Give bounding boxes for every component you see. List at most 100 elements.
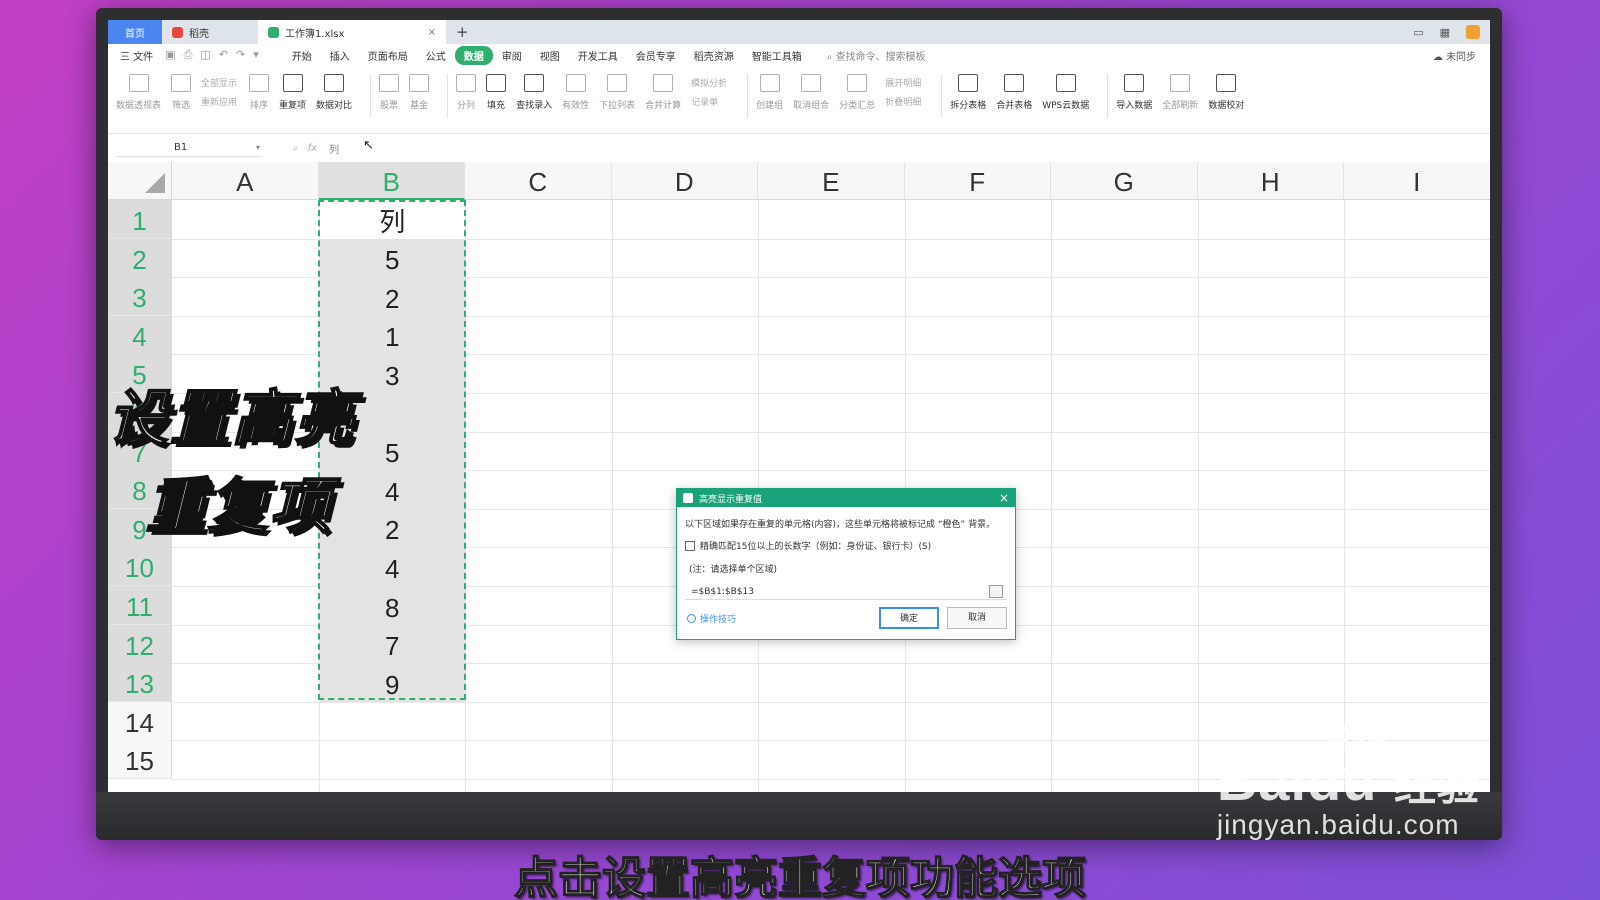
menu-item-review[interactable]: 审阅 [493,46,531,65]
exact-match-checkbox[interactable] [685,540,695,551]
create-group-button[interactable]: 创建组 [756,74,783,111]
row-header-4[interactable]: 4 [108,315,172,355]
record-form-button[interactable]: 记录单 [691,95,727,108]
reapply-button[interactable]: 重新应用 [201,95,237,108]
row-header-11[interactable]: 11 [108,586,172,625]
wps-cloud-data-button[interactable]: WPS云数据 [1042,74,1089,111]
range-picker-icon[interactable] [989,585,1003,598]
menu-item-view[interactable]: 视图 [531,46,569,65]
split-table-button[interactable]: 拆分表格 [950,74,986,111]
formula-input[interactable]: 列 [329,141,339,156]
grid-apps-icon[interactable]: ▦ [1440,26,1450,39]
row-header-13[interactable]: 13 [108,663,172,703]
data-verify-button[interactable]: 数据校对 [1208,74,1244,111]
stock-button[interactable]: 股票 [379,74,400,111]
expand-detail-button[interactable]: 展开明细 [885,76,921,89]
column-header-f[interactable]: F [904,162,1051,200]
sort-button[interactable]: 排序 [249,74,270,111]
close-tab-icon[interactable]: × [428,27,436,38]
menu-item-page-layout[interactable]: 页面布局 [359,46,417,65]
save-icon[interactable]: ▣ [165,48,175,62]
fund-button[interactable]: 基金 [409,74,430,111]
zoom-icon[interactable]: ⌕ [292,143,298,154]
row-header-2[interactable]: 2 [108,238,172,278]
preview-icon[interactable]: ◫ [200,48,210,62]
tab-home[interactable]: 首页 [108,20,162,44]
row-header-14[interactable]: 14 [108,701,172,741]
import-data-button[interactable]: 导入数据 [1116,74,1152,111]
validity-button[interactable]: 有效性 [562,74,589,111]
subtotal-button[interactable]: 分类汇总 [839,74,875,111]
select-all-corner[interactable] [108,162,172,200]
fund-label: 基金 [410,101,429,111]
ok-button[interactable]: 确定 [879,607,939,629]
undo-icon[interactable]: ↶ [219,48,228,62]
ungroup-button[interactable]: 取消组合 [793,74,829,111]
lookup-entry-button[interactable]: 查找录入 [516,74,552,111]
tips-link[interactable]: 操作技巧 [687,612,736,625]
menu-item-start[interactable]: 开始 [283,46,321,65]
menu-item-data[interactable]: 数据 [454,45,493,65]
row-header-12[interactable]: 12 [108,624,172,664]
row-header-10[interactable]: 10 [108,547,172,587]
menu-item-member[interactable]: 会员专享 [627,46,685,65]
fill-button[interactable]: 填充 [486,74,507,111]
more-icon[interactable]: ▾ [253,48,259,62]
command-search[interactable]: ⌕ 查找命令、搜索模板 [827,48,926,63]
sync-status[interactable]: ☁ 未同步 [1433,48,1490,63]
column-header-b[interactable]: B [318,162,465,200]
fx-icon[interactable]: fx [308,143,317,154]
menu-item-insert[interactable]: 插入 [321,46,359,65]
menu-item-docer-resources[interactable]: 稻壳资源 [685,46,743,65]
row-header-15[interactable]: 15 [108,740,172,780]
split-column-button[interactable]: 分列 [456,74,477,111]
column-header-a[interactable]: A [172,162,319,200]
tab-workbook[interactable]: 工作簿1.xlsx × [258,20,446,44]
cell-b1[interactable]: 列 [319,200,465,239]
pivot-table-button[interactable]: 数据透视表 [116,74,161,111]
cell-b10[interactable]: 4 [319,547,465,586]
avatar[interactable] [1466,25,1480,39]
cell-b4[interactable]: 1 [319,316,465,355]
column-header-c[interactable]: C [465,162,612,200]
layout-icon[interactable]: ▭ [1413,26,1423,39]
cell-b11[interactable]: 8 [319,586,465,625]
cell-b9[interactable]: 2 [319,509,465,548]
range-input[interactable]: =$B$1:$B$13 [685,584,1007,600]
row-header-1[interactable]: 1 [108,200,172,239]
menu-item-smart-tools[interactable]: 智能工具箱 [743,46,811,65]
merge-table-button[interactable]: 合并表格 [996,74,1032,111]
redo-icon[interactable]: ↷ [236,48,245,62]
cancel-button[interactable]: 取消 [947,607,1007,629]
menu-item-formula[interactable]: 公式 [417,46,455,65]
filter-button[interactable]: 筛选 [171,74,192,111]
print-icon[interactable]: ⎙ [184,48,193,62]
cell-b12[interactable]: 7 [319,625,465,664]
exact-match-option[interactable]: 精确匹配15位以上的长数字（例如：身份证、银行卡）(S) [685,539,1007,552]
tab-docer[interactable]: 稻壳 [162,20,258,44]
column-header-h[interactable]: H [1197,162,1344,200]
new-tab-button[interactable]: + [446,20,479,44]
cell-b3[interactable]: 2 [319,277,465,316]
collapse-detail-button[interactable]: 折叠明细 [885,95,921,108]
column-header-g[interactable]: G [1051,162,1198,200]
name-box[interactable]: B1 ▾ [116,139,262,157]
simulate-analysis-button[interactable]: 模拟分析 [691,76,727,89]
data-compare-button[interactable]: 数据对比 [316,74,352,111]
column-header-i[interactable]: I [1344,162,1490,200]
file-menu[interactable]: 三 文件 [120,48,153,63]
refresh-all-button[interactable]: 全部刷新 [1162,74,1198,111]
column-header-d[interactable]: D [611,162,758,200]
column-header-e[interactable]: E [758,162,905,200]
close-icon[interactable]: × [999,491,1009,505]
duplicates-button[interactable]: 重复项 [279,74,306,111]
cell-b8[interactable]: 4 [319,470,465,509]
chevron-down-icon[interactable]: ▾ [256,139,260,157]
show-all-button[interactable]: 全部显示 [201,76,237,89]
row-header-3[interactable]: 3 [108,277,172,317]
consolidate-button[interactable]: 合并计算 [645,74,681,111]
dropdown-list-button[interactable]: 下拉列表 [599,74,635,111]
menu-item-developer[interactable]: 开发工具 [569,46,627,65]
cell-b2[interactable]: 5 [319,239,465,278]
cell-b13[interactable]: 9 [319,663,465,702]
